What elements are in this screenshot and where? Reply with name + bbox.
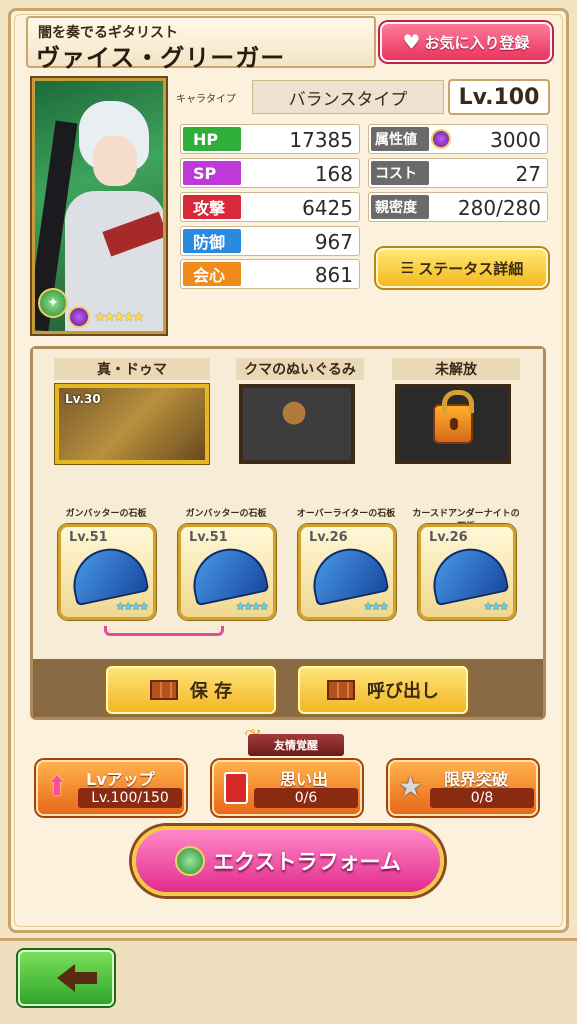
stat-attack-value: 6425 <box>302 196 353 220</box>
stat-affinity-label: 親密度 <box>371 195 429 219</box>
tablet-stars: ★★★ <box>363 600 389 613</box>
weapon-slot-title: 真・ドゥマ <box>54 358 210 380</box>
memory-button[interactable]: 思い出 0/6 <box>212 760 362 816</box>
extra-form-button[interactable]: エクストラフォーム <box>132 826 444 896</box>
tablet-fan-icon <box>66 541 150 607</box>
status-detail-button[interactable]: ☰ ステータス詳細 <box>376 248 548 288</box>
limit-break-label: 限界突破 <box>444 770 509 789</box>
stat-sp-value: 168 <box>314 162 353 186</box>
stat-hp-label: HP <box>183 127 241 151</box>
arrow-left-icon <box>57 964 97 992</box>
limit-break-button[interactable]: ★ 限界突破 0/8 <box>388 760 538 816</box>
stat-critical: 会心 861 <box>180 259 360 289</box>
load-button[interactable]: 呼び出し <box>298 666 468 714</box>
stat-affinity: 親密度 280/280 <box>368 192 548 222</box>
portrait-footer: ★★★★★ <box>32 300 166 334</box>
save-button[interactable]: 保 存 <box>106 666 276 714</box>
stat-defense: 防御 967 <box>180 226 360 256</box>
heart-icon: ♥ <box>402 30 421 54</box>
level-up-progress: Lv.100/150 <box>78 788 182 808</box>
weapon-slot[interactable]: Lv.30 <box>55 384 209 464</box>
friendship-awakening-badge: 友情覚醒 <box>248 734 344 756</box>
level-up-label: Lvアップ <box>86 770 155 789</box>
stat-attack: 攻撃 6425 <box>180 192 360 222</box>
accessory-slot[interactable]: ● <box>239 384 355 464</box>
type-value: バランスタイプ <box>252 80 444 114</box>
accessory-slot-title: クマのぬいぐるみ <box>236 358 364 380</box>
limit-break-progress: 0/8 <box>430 788 534 808</box>
stat-cost: コスト 27 <box>368 158 548 188</box>
tablet-stars: ★★★ <box>483 600 509 613</box>
stat-affinity-value: 280/280 <box>457 196 541 220</box>
leaf-icon <box>175 846 206 876</box>
favorite-button[interactable]: ♥ お気に入り登録 <box>380 22 552 62</box>
stat-cost-label: コスト <box>371 161 429 185</box>
tablet-level: Lv.51 <box>69 530 108 545</box>
bear-icon: ● <box>281 394 308 429</box>
tablet-title: ガンバッターの石板 <box>185 509 267 519</box>
back-button[interactable] <box>18 950 114 1006</box>
tablet-slot-3[interactable]: Lv.26 ★★★ <box>298 524 396 620</box>
weapon-level: Lv.30 <box>65 392 101 406</box>
tablet-level: Lv.26 <box>309 530 348 545</box>
element-icon <box>431 129 451 149</box>
stat-critical-value: 861 <box>314 263 353 287</box>
tablet-title: ガンバッターの石板 <box>65 509 147 519</box>
stat-sp: SP 168 <box>180 158 360 188</box>
tablet-fan-icon <box>186 541 270 607</box>
stat-hp-value: 17385 <box>289 128 353 152</box>
stat-attribute: 属性値 3000 <box>368 124 548 154</box>
character-header: 闇を奏でるギタリスト ヴァイス・グリーガー <box>26 16 376 72</box>
stat-hp: HP 17385 <box>180 124 360 154</box>
stat-attribute-value: 3000 <box>490 128 541 152</box>
tablet-title: オーバーライターの石板 <box>296 509 396 519</box>
tablet-slot-2[interactable]: Lv.51 ★★★★ <box>178 524 276 620</box>
tablet-level: Lv.26 <box>429 530 468 545</box>
type-label: キャラタイプ <box>176 94 236 105</box>
save-icon <box>149 680 178 700</box>
stat-cost-value: 27 <box>515 162 541 186</box>
memory-progress: 0/6 <box>254 788 358 808</box>
tablet-slot-4[interactable]: Lv.26 ★★★ <box>418 524 516 620</box>
list-icon: ☰ <box>400 259 415 277</box>
stat-defense-value: 967 <box>314 230 353 254</box>
memory-label: 思い出 <box>280 770 329 789</box>
locked-slot-title: 未解放 <box>392 358 520 380</box>
character-type-row: キャラタイプ バランスタイプ <box>176 80 444 114</box>
face-art <box>93 136 137 186</box>
stat-attack-label: 攻撃 <box>183 195 241 219</box>
stat-attribute-label: 属性値 <box>371 127 429 151</box>
tablet-level: Lv.51 <box>189 530 228 545</box>
stat-critical-label: 会心 <box>183 262 241 286</box>
tablet-fan-icon <box>426 541 510 607</box>
element-icon <box>68 306 90 328</box>
stat-sp-label: SP <box>183 161 241 185</box>
save-button-label: 保 存 <box>189 681 233 702</box>
status-detail-label: ステータス詳細 <box>418 259 524 278</box>
favorite-button-label: お気に入り登録 <box>424 33 530 52</box>
card-icon <box>224 772 248 804</box>
tablet-set-bracket <box>104 626 224 636</box>
locked-slot[interactable] <box>395 384 511 464</box>
arrow-up-icon: ⬆ <box>46 772 68 802</box>
character-name: ヴァイス・グリーガー <box>36 44 286 72</box>
tablet-fan-icon <box>306 541 390 607</box>
tablet-slot-1[interactable]: Lv.51 ★★★★ <box>58 524 156 620</box>
extra-form-label: エクストラフォーム <box>213 850 401 874</box>
level-up-button[interactable]: ⬆ Lvアップ Lv.100/150 <box>36 760 186 816</box>
tablet-stars: ★★★★ <box>235 600 269 613</box>
lock-icon <box>433 390 474 444</box>
load-icon <box>327 680 355 700</box>
tablet-stars: ★★★★ <box>115 600 149 613</box>
rarity-stars: ★★★★★ <box>94 309 144 325</box>
level-display: Lv.100 <box>448 79 550 115</box>
load-button-label: 呼び出し <box>367 681 439 702</box>
stat-defense-label: 防御 <box>183 229 241 253</box>
star-icon: ★ <box>398 770 424 803</box>
